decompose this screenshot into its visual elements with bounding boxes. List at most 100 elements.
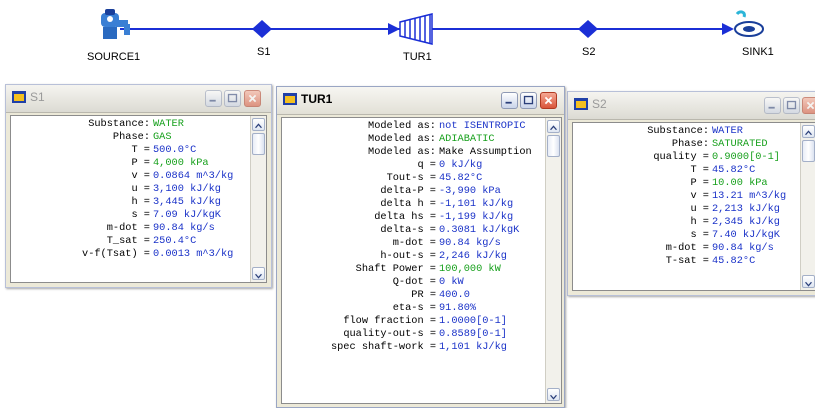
property-value[interactable]: 500.0°C [153, 144, 196, 157]
s1-title-bar[interactable]: S1 [6, 85, 271, 113]
s2-properties-panel[interactable]: Substance: WATER Phase: SATURATED quality = 0… [572, 122, 815, 291]
property-label: P = [131, 157, 150, 169]
s2-window-title: S2 [592, 97, 607, 111]
scroll-down-button[interactable] [802, 275, 815, 288]
sink-drain-icon[interactable] [734, 10, 764, 37]
minimize-button[interactable] [764, 97, 781, 114]
property-value[interactable]: 400.0 [439, 289, 470, 302]
property-value[interactable]: 0 kJ/kg [439, 159, 482, 172]
stream-node-s1[interactable] [252, 20, 272, 38]
property-value[interactable]: not ISENTROPIC [439, 120, 526, 133]
minimize-button[interactable] [205, 90, 222, 107]
property-row: Shaft Power = 100,000 kW [282, 263, 561, 276]
scroll-up-button[interactable] [802, 125, 815, 138]
property-value[interactable]: 0 kW [439, 276, 464, 289]
maximize-button[interactable] [783, 97, 800, 114]
s1-scrollbar[interactable] [250, 116, 266, 282]
tur1-title-bar[interactable]: TUR1 [277, 87, 564, 115]
close-button[interactable] [802, 97, 815, 114]
scroll-thumb[interactable] [252, 133, 265, 155]
property-row: P = 10.00 kPa [573, 177, 815, 190]
property-row: T = 500.0°C [11, 144, 266, 157]
property-value[interactable]: 91.80% [439, 302, 476, 315]
property-value[interactable]: 2,246 kJ/kg [439, 250, 507, 263]
scroll-down-button[interactable] [547, 388, 560, 401]
property-label: delta-P = [380, 185, 436, 197]
property-value[interactable]: GAS [153, 131, 172, 144]
property-label: v-f(Tsat) = [82, 248, 150, 260]
property-value[interactable]: 1,101 kJ/kg [439, 341, 507, 354]
close-button[interactable] [540, 92, 557, 109]
scroll-thumb[interactable] [802, 140, 815, 162]
close-button[interactable] [244, 90, 261, 107]
stream-node-s2[interactable] [578, 20, 598, 38]
property-value[interactable]: 13.21 m^3/kg [712, 190, 786, 203]
property-value[interactable]: 45.82°C [439, 172, 482, 185]
property-value[interactable]: 0.0864 m^3/kg [153, 170, 233, 183]
property-value[interactable]: 90.84 kg/s [439, 237, 501, 250]
property-value[interactable]: 3,445 kJ/kg [153, 196, 221, 209]
property-value[interactable]: 3,100 kJ/kg [153, 183, 221, 196]
property-value[interactable]: -1,101 kJ/kg [439, 198, 513, 211]
property-label: m-dot = [106, 222, 150, 234]
property-value[interactable]: WATER [153, 118, 184, 131]
property-value[interactable]: SATURATED [712, 138, 768, 151]
property-row: delta hs = -1,199 kJ/kg [282, 211, 561, 224]
s2-scrollbar[interactable] [800, 123, 815, 290]
property-value[interactable]: 7.40 kJ/kgK [712, 229, 780, 242]
scroll-thumb[interactable] [547, 135, 560, 157]
s2-title-bar[interactable]: S2 [568, 92, 815, 120]
property-value[interactable]: 90.84 kg/s [153, 222, 215, 235]
node-label-s2: S2 [582, 46, 596, 58]
property-label: Tout-s = [386, 172, 436, 184]
s1-state-window[interactable]: S1 Substance: WATER Phase: GAS T = 500.0°C P =… [5, 84, 272, 288]
property-label: T = [690, 164, 709, 176]
tur1-properties-panel[interactable]: Modeled as: not ISENTROPIC Modeled as: ADIA… [281, 117, 562, 404]
turbine-icon[interactable] [399, 13, 433, 45]
property-label: u = [690, 203, 709, 215]
tur1-scrollbar[interactable] [545, 118, 561, 403]
property-value[interactable]: Make Assumption [439, 146, 532, 159]
property-value[interactable]: 1.0000[0-1] [439, 315, 507, 328]
property-value[interactable]: 90.84 kg/s [712, 242, 774, 255]
property-label: s = [690, 229, 709, 241]
scroll-up-button[interactable] [252, 118, 265, 131]
scroll-down-button[interactable] [252, 267, 265, 280]
property-value[interactable]: 7.09 kJ/kgK [153, 209, 221, 222]
source-faucet-icon[interactable] [101, 9, 130, 39]
s1-properties-panel[interactable]: Substance: WATER Phase: GAS T = 500.0°C P = 4,0… [10, 115, 267, 283]
property-value[interactable]: 45.82°C [712, 164, 755, 177]
property-row: Tout-s = 45.82°C [282, 172, 561, 185]
property-label: T_sat = [106, 235, 150, 247]
property-value[interactable]: 2,345 kJ/kg [712, 216, 780, 229]
s2-state-window[interactable]: S2 Substance: WATER Phase: SATURATED quality… [567, 91, 815, 296]
property-value[interactable]: 0.8589[0-1] [439, 328, 507, 341]
tur1-turbine-window[interactable]: TUR1 Modeled as: not ISENTROPIC Modeled as… [276, 86, 565, 408]
s1-window-title: S1 [30, 90, 45, 104]
property-value[interactable]: -3,990 kPa [439, 185, 501, 198]
property-value[interactable]: ADIABATIC [439, 133, 495, 146]
property-row: delta-s = 0.3081 kJ/kgK [282, 224, 561, 237]
property-value[interactable]: 4,000 kPa [153, 157, 209, 170]
maximize-button[interactable] [224, 90, 241, 107]
property-value[interactable]: -1,199 kJ/kg [439, 211, 513, 224]
property-value[interactable]: WATER [712, 125, 743, 138]
property-value[interactable]: 0.9000[0-1] [712, 151, 780, 164]
property-value[interactable]: 250.4°C [153, 235, 196, 248]
property-row: T-sat = 45.82°C [573, 255, 815, 268]
property-row: Substance: WATER [573, 125, 815, 138]
tur1-window-title: TUR1 [301, 92, 333, 106]
maximize-button[interactable] [520, 92, 537, 109]
property-value[interactable]: 2,213 kJ/kg [712, 203, 780, 216]
property-value[interactable]: 0.0013 m^3/kg [153, 248, 233, 261]
property-value[interactable]: 0.3081 kJ/kgK [439, 224, 519, 237]
property-label: Modeled as: [368, 120, 436, 132]
property-row: h = 3,445 kJ/kg [11, 196, 266, 209]
property-row: spec shaft-work = 1,101 kJ/kg [282, 341, 561, 354]
property-value[interactable]: 10.00 kPa [712, 177, 768, 190]
property-row: P = 4,000 kPa [11, 157, 266, 170]
minimize-button[interactable] [501, 92, 518, 109]
property-value[interactable]: 45.82°C [712, 255, 755, 268]
scroll-up-button[interactable] [547, 120, 560, 133]
property-value[interactable]: 100,000 kW [439, 263, 501, 276]
